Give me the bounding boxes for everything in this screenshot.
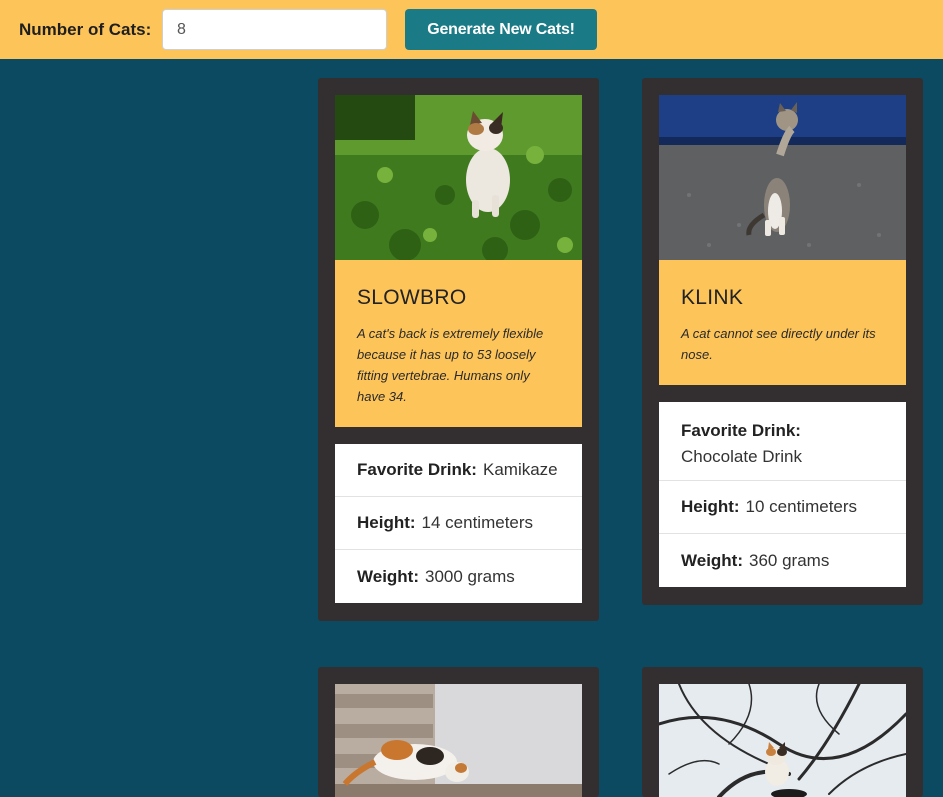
favorite-drink-label: Favorite Drink: xyxy=(357,460,477,479)
cat-card: KLINK A cat cannot see directly under it… xyxy=(642,78,923,605)
cat-stats: Favorite Drink: Chocolate Drink Height: … xyxy=(659,402,906,587)
favorite-drink-label: Favorite Drink: xyxy=(681,421,801,440)
weight-value: 360 grams xyxy=(749,550,830,570)
cat-info-panel: KLINK A cat cannot see directly under it… xyxy=(659,260,906,385)
cat-photo xyxy=(335,684,582,797)
cat-card xyxy=(642,667,923,797)
height-row: Height: 10 centimeters xyxy=(659,481,906,534)
generate-cats-button[interactable]: Generate New Cats! xyxy=(405,9,597,50)
cat-card xyxy=(318,667,599,797)
cat-fact: A cat cannot see directly under its nose… xyxy=(681,326,876,362)
favorite-drink-value: Kamikaze xyxy=(482,460,558,479)
weight-value: 3000 grams xyxy=(425,566,515,586)
cat-info-panel: SLOWBRO A cat's back is extremely flexib… xyxy=(335,260,582,427)
card-divider xyxy=(659,385,906,402)
top-bar: Number of Cats: Generate New Cats! xyxy=(0,0,943,59)
height-row: Height: 14 centimeters xyxy=(335,497,582,550)
favorite-drink-value: Chocolate Drink xyxy=(681,447,802,466)
weight-row: Weight: 3000 grams xyxy=(335,550,582,603)
weight-label: Weight: xyxy=(681,550,744,570)
cat-stats: Favorite Drink: Kamikaze Height: 14 cent… xyxy=(335,444,582,603)
height-label: Height: xyxy=(357,513,416,532)
cat-photo xyxy=(335,95,582,260)
cat-name: KLINK xyxy=(681,286,744,309)
weight-label: Weight: xyxy=(357,566,420,586)
height-value: 10 centimeters xyxy=(745,497,858,516)
height-value: 14 centimeters xyxy=(421,513,534,532)
cat-photo xyxy=(659,684,906,797)
cat-photo xyxy=(659,95,906,260)
card-divider xyxy=(335,427,582,444)
cat-count-input[interactable] xyxy=(162,9,387,50)
favorite-drink-row: Favorite Drink: Chocolate Drink xyxy=(659,402,906,481)
cat-name: SLOWBRO xyxy=(357,286,467,309)
cat-fact: A cat's back is extremely flexible becau… xyxy=(357,326,544,404)
height-label: Height: xyxy=(681,497,740,516)
cat-count-label: Number of Cats: xyxy=(19,20,152,39)
favorite-drink-row: Favorite Drink: Kamikaze xyxy=(335,444,582,497)
weight-row: Weight: 360 grams xyxy=(659,534,906,587)
cat-card: SLOWBRO A cat's back is extremely flexib… xyxy=(318,78,599,621)
